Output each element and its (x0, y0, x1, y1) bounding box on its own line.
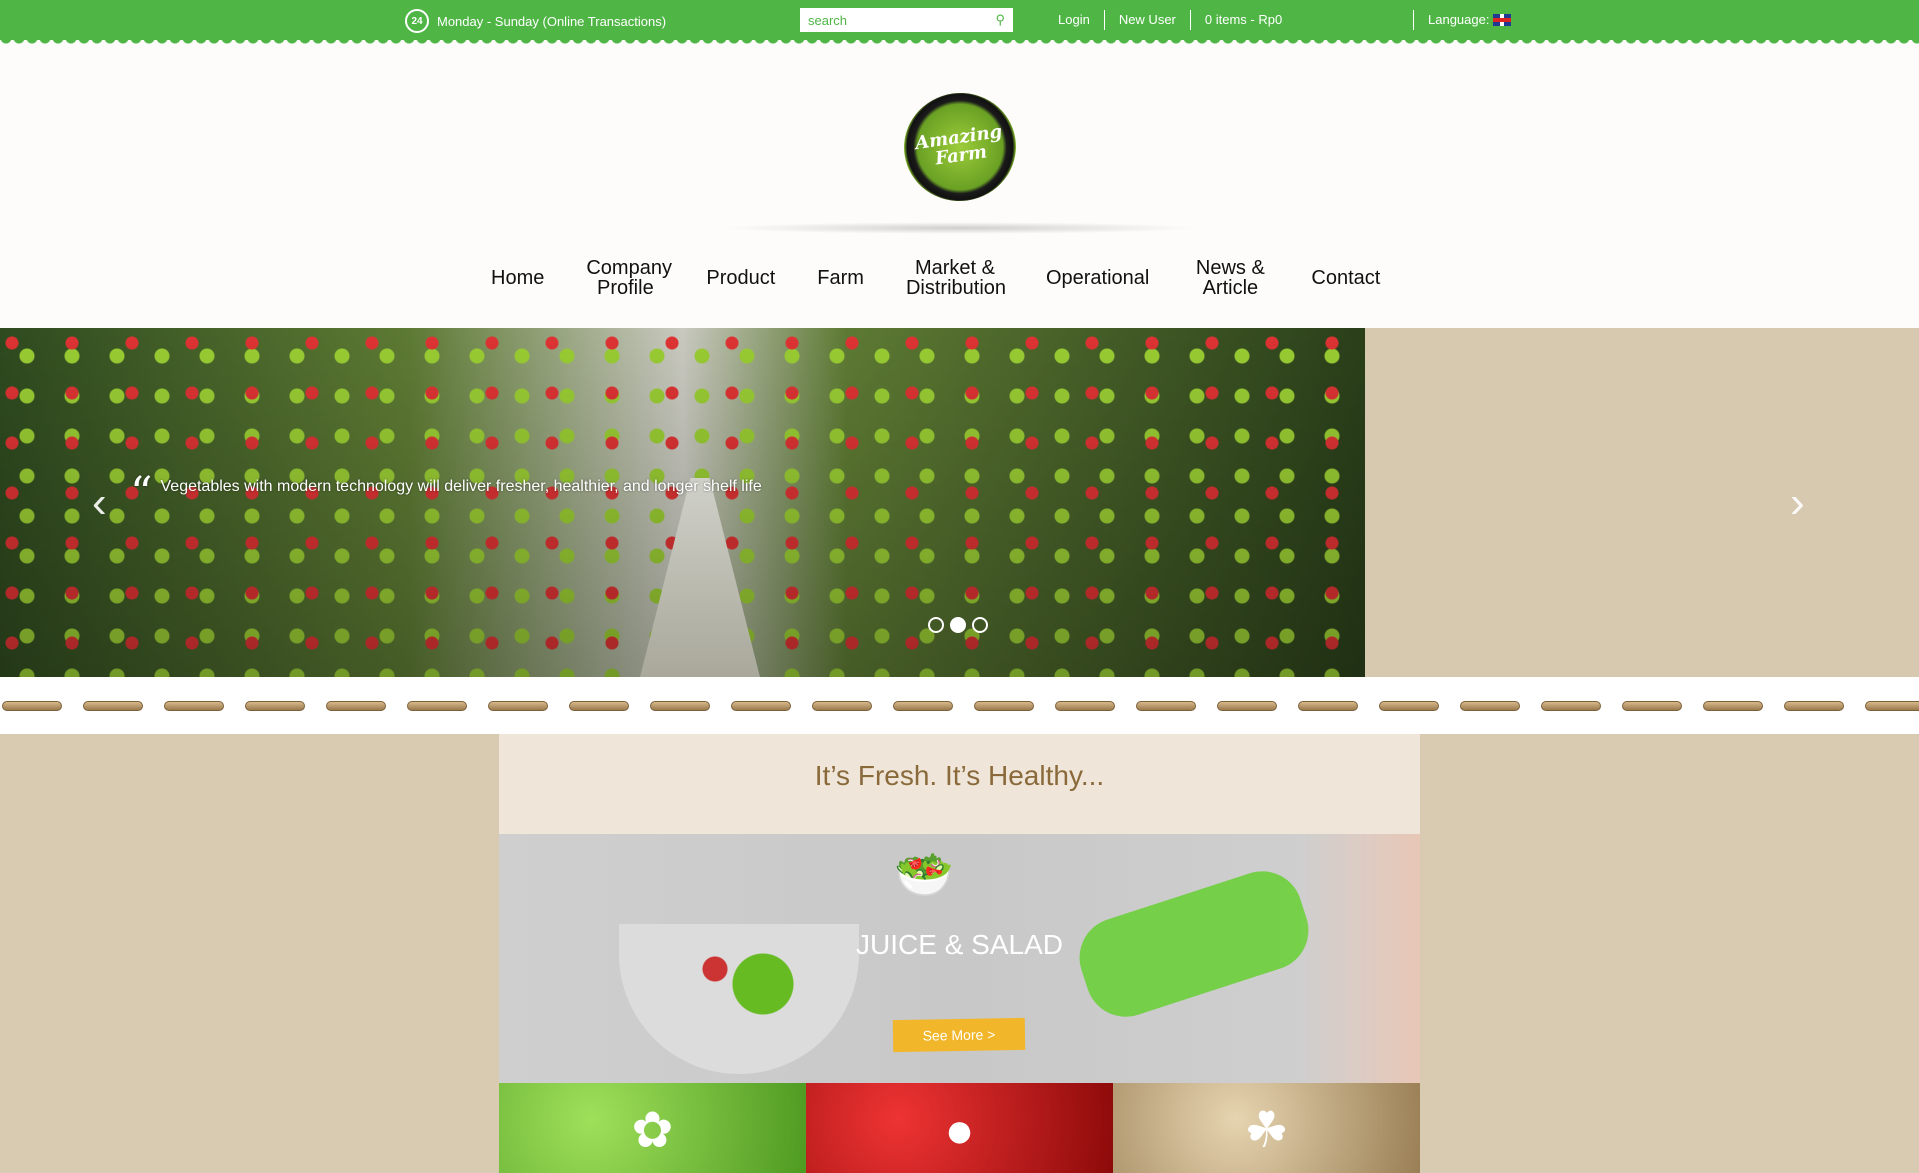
rope-segment (1217, 701, 1277, 711)
slider-dots (928, 617, 988, 633)
tile-tempeh[interactable]: ☘ (1113, 1083, 1420, 1173)
opening-hours: 24 Monday - Sunday (Online Transactions) (405, 9, 666, 33)
login-link[interactable]: Login (1044, 10, 1105, 30)
tomato-icon: ● (944, 1102, 975, 1158)
rope-segment (164, 701, 224, 711)
next-arrow-icon[interactable]: › (1790, 478, 1805, 528)
language-label: Language: (1428, 12, 1490, 27)
cart-link[interactable]: 0 items - Rp0 (1191, 10, 1296, 30)
rope-segment (1703, 701, 1763, 711)
category-tiles: ✿ ● ☘ (499, 1083, 1420, 1173)
nav-home[interactable]: Home (470, 268, 565, 288)
rope-segment (650, 701, 710, 711)
tile-vegetables[interactable]: ✿ (499, 1083, 806, 1173)
rope-segment (569, 701, 629, 711)
slider-dot-3[interactable] (972, 617, 988, 633)
rope-segment (1055, 701, 1115, 711)
banner-title: JUICE & SALAD (856, 929, 1063, 960)
nav-farm[interactable]: Farm (796, 268, 885, 288)
rope-segment (974, 701, 1034, 711)
rope-segment (1622, 701, 1682, 711)
new-user-link[interactable]: New User (1105, 10, 1191, 30)
main-nav: Home Company Profile Product Farm Market… (470, 256, 1401, 300)
rope-segment (326, 701, 386, 711)
search-input[interactable] (808, 12, 996, 28)
uk-flag-icon[interactable] (1493, 14, 1512, 26)
nav-contact[interactable]: Contact (1290, 268, 1401, 288)
slide-caption: “ Vegetables with modern technology will… (130, 468, 762, 519)
tile-tomatoes[interactable]: ● (806, 1083, 1113, 1173)
rope-segment (407, 701, 467, 711)
search-box: ⚲ (800, 8, 1013, 32)
rope-segment (83, 701, 143, 711)
top-bar: 24 Monday - Sunday (Online Transactions)… (0, 0, 1919, 40)
search-icon[interactable]: ⚲ (995, 12, 1005, 28)
rope-segment (1865, 701, 1919, 711)
rope-segment (488, 701, 548, 711)
leaf-icon: ✿ (631, 1102, 674, 1158)
rope-divider (0, 677, 1919, 734)
nav-market-distribution[interactable]: Market & Distribution (885, 258, 1025, 298)
quote-icon: “ (130, 468, 153, 519)
rope-segment (1379, 701, 1439, 711)
content-panel: It’s Fresh. It’s Healthy... 🥗 JUICE & SA… (499, 734, 1420, 1173)
slider-dot-1[interactable] (928, 617, 944, 633)
rope-segment (731, 701, 791, 711)
sprout-hand-icon: ☘ (1244, 1102, 1289, 1158)
nav-news-article[interactable]: News & Article (1170, 258, 1290, 298)
salad-juice-icon: 🥗 (894, 849, 954, 902)
see-more-button[interactable]: See More > (892, 1017, 1026, 1053)
rope-segment (812, 701, 872, 711)
rope-segment (1541, 701, 1601, 711)
rope-segment (1460, 701, 1520, 711)
rope-segment (893, 701, 953, 711)
slider-dot-2[interactable] (950, 617, 966, 633)
rope-segment (245, 701, 305, 711)
rope-segment (1784, 701, 1844, 711)
nav-operational[interactable]: Operational (1025, 268, 1170, 288)
torn-edge (0, 38, 1919, 46)
hours-text: Monday - Sunday (Online Transactions) (437, 13, 667, 29)
caption-text: Vegetables with modern technology will d… (160, 478, 762, 495)
rope-segment (1298, 701, 1358, 711)
juice-salad-banner[interactable]: 🥗 JUICE & SALAD See More > (499, 834, 1420, 1083)
nav-company-profile[interactable]: Company Profile (565, 258, 685, 298)
divider (720, 222, 1200, 234)
nav-product[interactable]: Product (685, 268, 796, 288)
rope-segment (2, 701, 62, 711)
logo[interactable]: Amazing Farm (897, 85, 1023, 209)
rope-segment (1136, 701, 1196, 711)
clock-24-icon: 24 (405, 9, 429, 33)
prev-arrow-icon[interactable]: ‹ (92, 478, 107, 528)
tagline: It’s Fresh. It’s Healthy... (814, 760, 1105, 791)
language-selector[interactable]: Language: (1413, 10, 1512, 30)
